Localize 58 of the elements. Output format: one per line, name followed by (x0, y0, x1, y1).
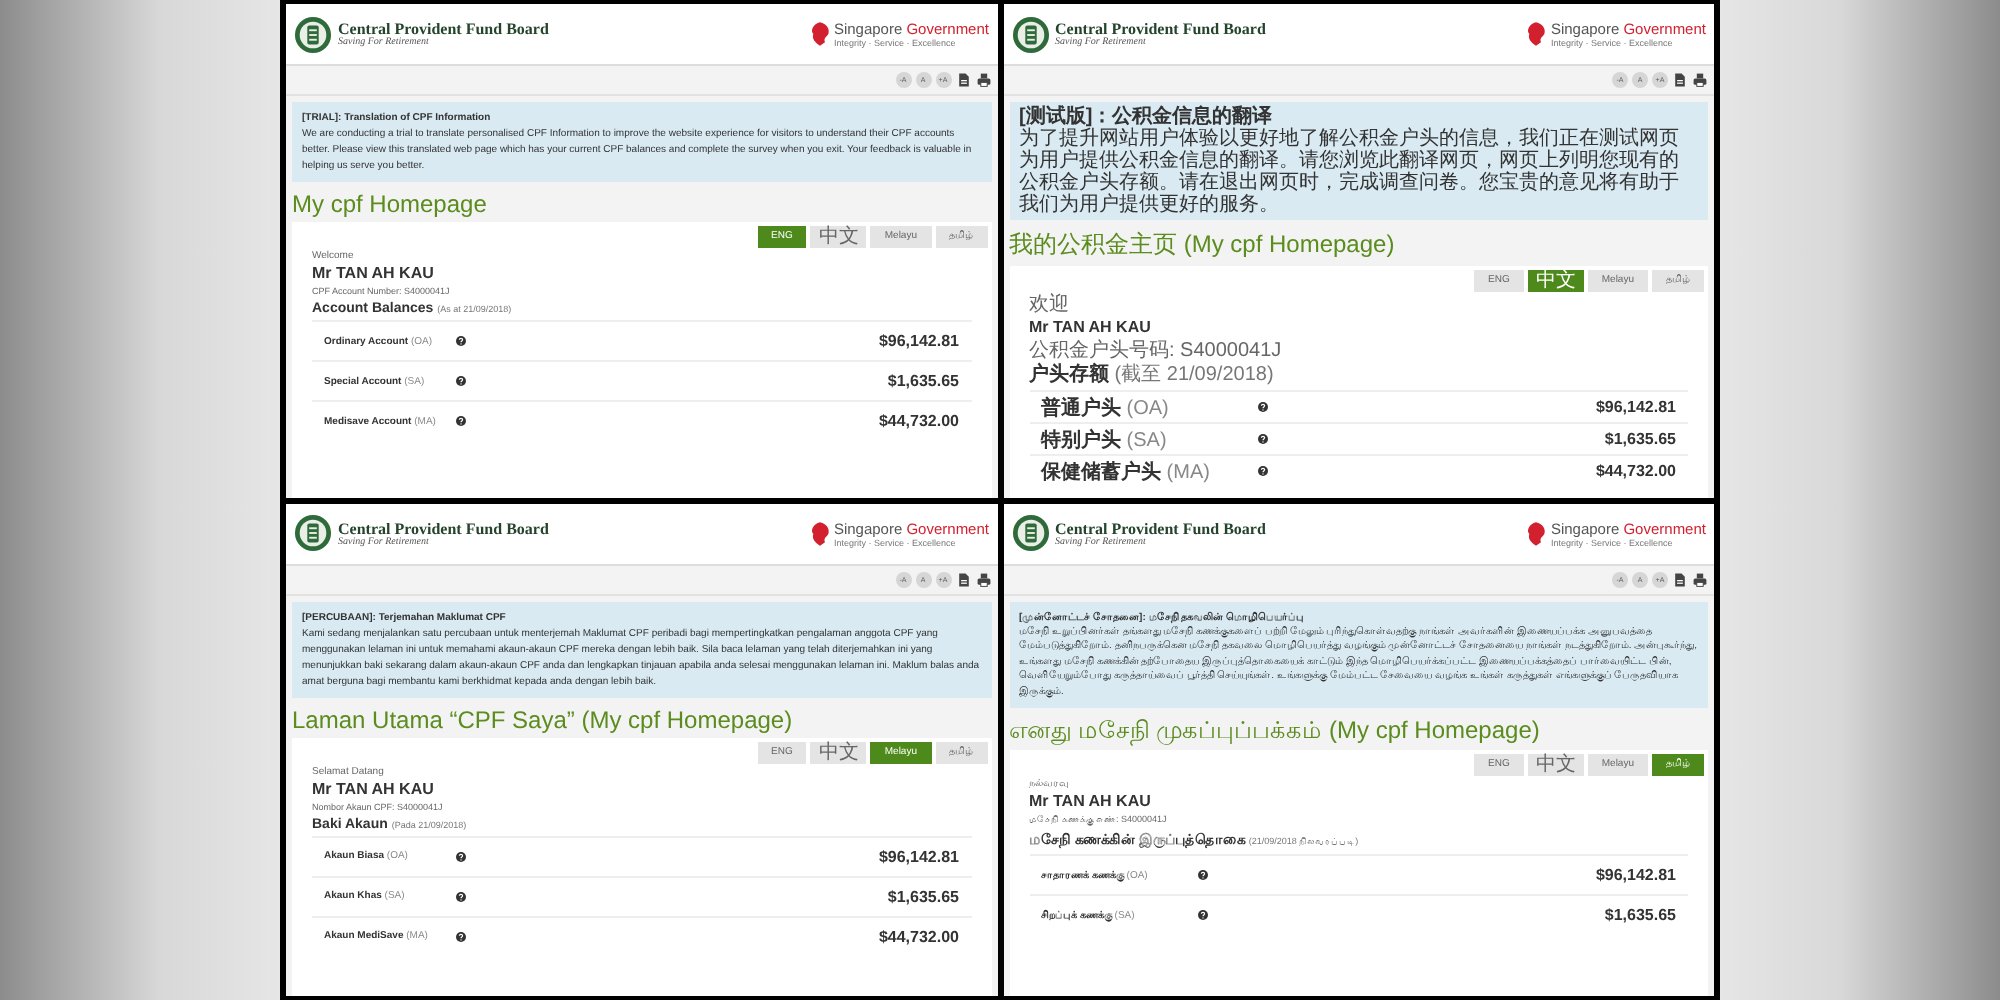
member-name: Mr TAN AH KAU (1029, 792, 1153, 810)
member-name: Mr TAN AH KAU (1029, 318, 1153, 336)
emblem-icon (294, 15, 332, 53)
account-name: 普通户头 (OA) (1041, 394, 1171, 421)
help-icon[interactable] (1197, 870, 1207, 880)
balance-amount: $1,635.65 (1604, 430, 1676, 448)
page-title: My cpf Homepage (290, 188, 489, 222)
organisation-name: Central Provident Fund Board (338, 519, 549, 537)
document-icon[interactable] (955, 72, 971, 88)
emblem-icon (1011, 514, 1049, 552)
help-icon[interactable] (456, 376, 466, 386)
organisation-name: Central Provident Fund Board (1055, 20, 1266, 38)
organisation-name: Central Provident Fund Board (338, 20, 549, 38)
help-icon[interactable] (456, 851, 466, 861)
notice-title: [测试版]：公积金信息的翻译 (1019, 106, 1275, 128)
organisation-name: Central Provident Fund Board (1055, 519, 1266, 537)
balance-amount: $1,635.65 (887, 887, 959, 905)
notice-text: 为了提升网站用户体验以更好地了解公积金户头的信息，我们正在测试网页为用户提供公积金信息的翻译。请您浏览此翻译网页，网页上列明您现有的公积金户头存额。请在退出网页时，完成调查问卷。您宝贵的意见将有助于我们为用户提供更好的服务。 (1019, 128, 1681, 216)
balance-amount: $96,142.81 (878, 847, 959, 865)
print-icon[interactable] (1692, 72, 1708, 88)
balance-amount: $44,732.00 (878, 412, 959, 430)
member-name: Mr TAN AH KAU (312, 779, 436, 797)
page-title: Laman Utama “CPF Saya” (My cpf Homepage) (290, 703, 795, 737)
balance-amount: $96,142.81 (878, 332, 959, 350)
document-icon[interactable] (1672, 571, 1688, 587)
help-icon[interactable] (1197, 910, 1207, 920)
help-icon[interactable] (1257, 402, 1267, 412)
balance-amount: $1,635.65 (1604, 906, 1676, 924)
help-icon[interactable] (456, 416, 466, 426)
language-tab[interactable]: 中文 (810, 741, 867, 763)
emblem-icon (1011, 15, 1049, 53)
print-icon[interactable] (1692, 571, 1708, 587)
balance-amount: $44,732.00 (878, 927, 959, 945)
language-tab[interactable]: 中文 (1527, 270, 1584, 292)
balances-heading: 户头存额 (截至 21/09/2018) (1029, 364, 1276, 388)
balance-amount: $96,142.81 (1595, 866, 1676, 884)
emblem-icon (294, 514, 332, 552)
page-title: எனது மசேநி முகப்புப்பக்கம் (My cpf Homepage) (1007, 714, 1542, 750)
language-tab[interactable]: 中文 (810, 226, 867, 248)
account-name: 特别户头 (SA) (1041, 426, 1169, 453)
account-name: 保健储蓄户头 (MA) (1041, 458, 1212, 485)
member-name: Mr TAN AH KAU (312, 264, 436, 282)
print-icon[interactable] (975, 571, 991, 587)
page-title: 我的公积金主页 (My cpf Homepage) (1007, 228, 1397, 262)
welcome-label: 欢迎 (1029, 294, 1071, 316)
help-icon[interactable] (456, 891, 466, 901)
document-icon[interactable] (955, 571, 971, 587)
print-icon[interactable] (975, 72, 991, 88)
balance-amount: $96,142.81 (1595, 398, 1676, 416)
balance-amount: $44,732.00 (1595, 462, 1676, 480)
account-number: 公积金户头号码: S4000041J (1029, 340, 1284, 362)
balance-amount: $1,635.65 (887, 372, 959, 390)
help-icon[interactable] (456, 336, 466, 346)
help-icon[interactable] (1257, 466, 1267, 476)
help-icon[interactable] (1257, 434, 1267, 444)
help-icon[interactable] (456, 931, 466, 941)
language-tab[interactable]: 中文 (1527, 754, 1584, 776)
document-icon[interactable] (1672, 72, 1688, 88)
